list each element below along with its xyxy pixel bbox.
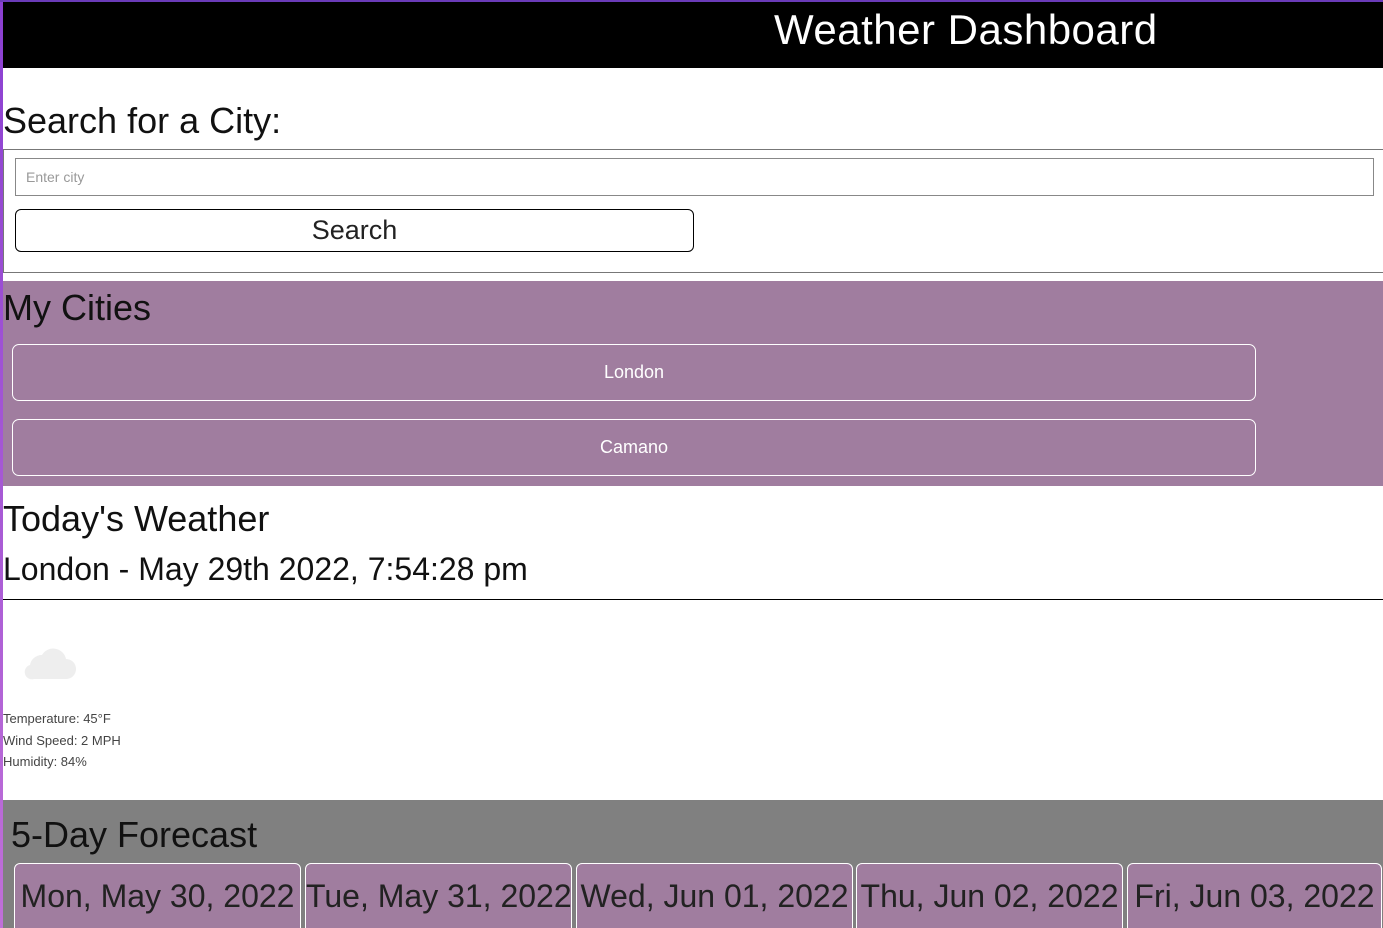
forecast-date: Tue, May 31, 2022 xyxy=(306,878,572,914)
forecast-date: Mon, May 30, 2022 xyxy=(20,878,295,914)
search-form: Search xyxy=(3,149,1383,273)
forecast-card: Wed, Jun 01, 2022 xyxy=(576,863,853,928)
weather-dashboard-page: Weather Dashboard Search for a City: Sea… xyxy=(0,0,1383,928)
city-button-camano[interactable]: Camano xyxy=(12,419,1256,476)
forecast-card: Fri, Jun 03, 2022 xyxy=(1127,863,1382,928)
forecast-date: Fri, Jun 03, 2022 xyxy=(1134,878,1375,914)
divider xyxy=(3,599,1383,600)
current-city-datetime: London - May 29th 2022, 7:54:28 pm xyxy=(3,551,528,587)
my-cities-heading: My Cities xyxy=(3,287,152,328)
forecast-card: Mon, May 30, 2022 xyxy=(14,863,301,928)
app-header: Weather Dashboard xyxy=(3,2,1383,68)
cloud-icon xyxy=(24,648,77,680)
todays-weather-heading: Today's Weather xyxy=(3,498,270,539)
forecast-date: Thu, Jun 02, 2022 xyxy=(860,878,1119,914)
wind-speed-value: Wind Speed: 2 MPH xyxy=(3,733,121,748)
city-search-input[interactable] xyxy=(15,158,1374,196)
forecast-heading: 5-Day Forecast xyxy=(11,814,258,855)
search-heading: Search for a City: xyxy=(3,100,282,141)
humidity-value: Humidity: 84% xyxy=(3,754,87,769)
forecast-date: Wed, Jun 01, 2022 xyxy=(580,878,849,914)
search-button[interactable]: Search xyxy=(15,209,694,252)
forecast-card: Tue, May 31, 2022 xyxy=(305,863,572,928)
city-button-london[interactable]: London xyxy=(12,344,1256,401)
temperature-value: Temperature: 45°F xyxy=(3,711,111,726)
forecast-card: Thu, Jun 02, 2022 xyxy=(856,863,1123,928)
five-day-forecast-panel: 5-Day Forecast Mon, May 30, 2022 Tue, Ma… xyxy=(3,800,1383,928)
my-cities-panel: My Cities London Camano xyxy=(3,281,1383,486)
app-title: Weather Dashboard xyxy=(774,6,1158,53)
